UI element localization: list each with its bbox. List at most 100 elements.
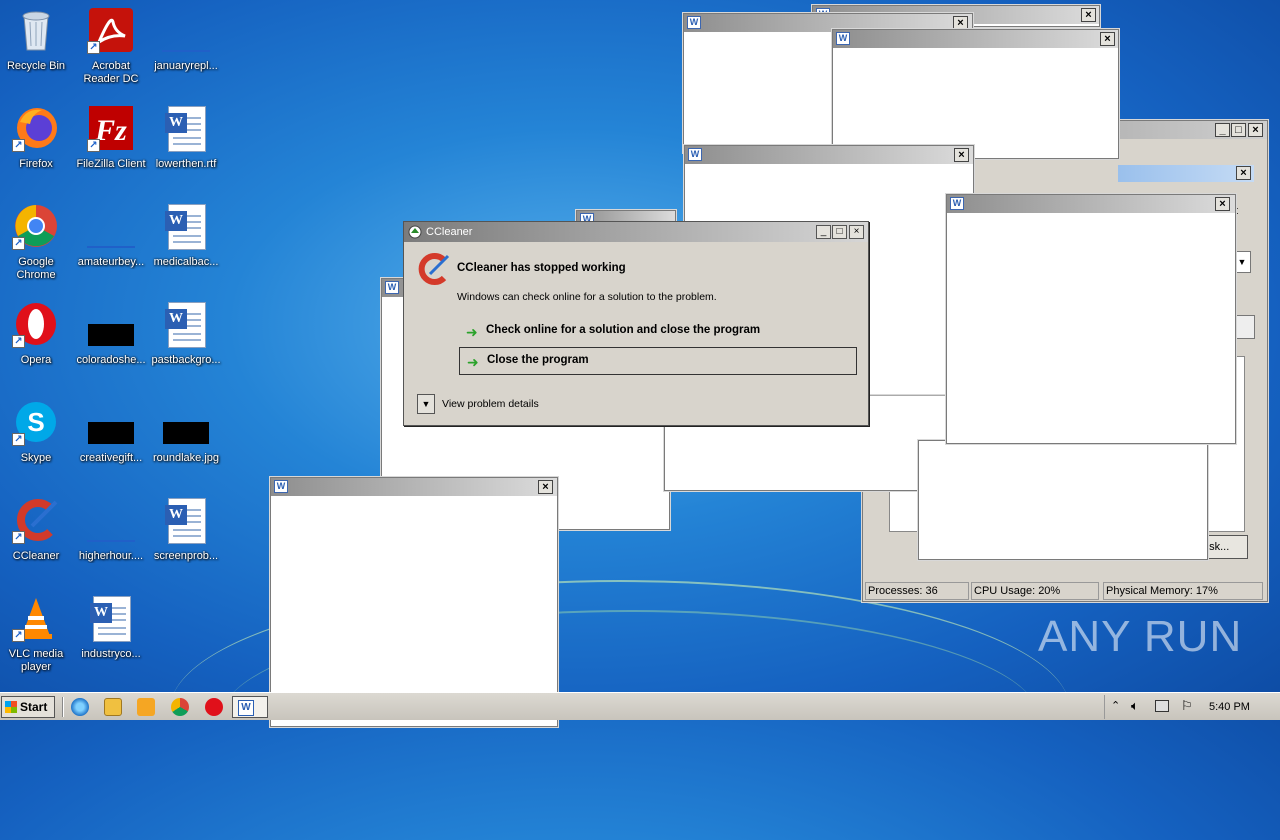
shortcut-arrow-icon: ↗ bbox=[87, 41, 100, 54]
close-button[interactable]: × bbox=[1100, 32, 1115, 46]
close-button[interactable]: × bbox=[1215, 197, 1230, 211]
ie-icon[interactable] bbox=[71, 698, 89, 716]
desktop-icon-label: coloradoshe... bbox=[76, 354, 146, 366]
desktop-icon-lowerthen[interactable]: W lowerthen.rtf bbox=[148, 104, 224, 171]
desktop-icon-recycle-bin[interactable]: Recycle Bin bbox=[0, 6, 74, 73]
desktop-icon-ccleaner[interactable]: ↗ CCleaner bbox=[0, 496, 74, 563]
desktop-icon-firefox[interactable]: ↗ Firefox bbox=[0, 104, 74, 171]
blank-window bbox=[918, 440, 1208, 560]
desktop-icon-label: lowerthen.rtf bbox=[155, 158, 217, 170]
word-doc-icon: W bbox=[87, 594, 135, 642]
clock[interactable]: 5:40 PM bbox=[1209, 701, 1250, 713]
chevron-down-icon: ▼ bbox=[421, 399, 431, 409]
windows-logo-icon bbox=[5, 701, 17, 713]
close-program-button[interactable]: ➜ Close the program bbox=[459, 347, 857, 375]
check-online-button[interactable]: ➜ Check online for a solution and close … bbox=[459, 318, 857, 346]
minimize-button[interactable]: _ bbox=[816, 225, 831, 239]
app-icon bbox=[408, 225, 422, 239]
network-icon[interactable] bbox=[1155, 700, 1169, 712]
word-icon: W bbox=[687, 16, 701, 29]
opera-taskbar-icon[interactable] bbox=[205, 698, 223, 716]
tray-expand-icon[interactable]: ⌃ bbox=[1111, 699, 1120, 712]
desktop-icon-acrobat[interactable]: ↗ Acrobat Reader DC bbox=[73, 6, 149, 86]
word-doc-icon: W bbox=[162, 202, 210, 250]
desktop-icon-medicalbac[interactable]: W medicalbac... bbox=[148, 202, 224, 269]
close-button[interactable]: × bbox=[538, 480, 553, 494]
flag-icon[interactable]: ⚐ bbox=[1181, 698, 1193, 714]
desktop-icon-label: Acrobat Reader DC bbox=[83, 60, 139, 85]
system-tray: ⌃ 🔈︎ ⚐ 5:40 PM bbox=[1104, 695, 1279, 719]
svg-text:S: S bbox=[27, 407, 44, 437]
desktop-icon-label: roundlake.jpg bbox=[152, 452, 220, 464]
close-button[interactable]: × bbox=[1248, 123, 1263, 137]
file-icon bbox=[87, 202, 135, 250]
green-arrow-icon: ➜ bbox=[466, 324, 478, 340]
word-doc-icon: W bbox=[162, 104, 210, 152]
desktop-icon-creativegift[interactable]: creativegift... bbox=[73, 398, 149, 465]
dialog-heading: CCleaner has stopped working bbox=[457, 262, 626, 274]
dialog-titlebar: CCleaner _ □ × bbox=[404, 222, 868, 242]
desktop-icon-label: screenprob... bbox=[153, 550, 219, 562]
ccleaner-error-dialog: CCleaner _ □ × CCleaner has stopped work… bbox=[403, 221, 869, 426]
word-doc-icon: W bbox=[162, 496, 210, 544]
desktop-icon-filezilla[interactable]: Fz ↗ FileZilla Client bbox=[73, 104, 149, 171]
word-icon: W bbox=[274, 480, 288, 493]
view-details-toggle[interactable]: ▼ bbox=[417, 394, 435, 414]
word-icon: W bbox=[836, 32, 850, 45]
desktop-icon-opera[interactable]: ↗ Opera bbox=[0, 300, 74, 367]
recycle-bin-icon bbox=[22, 11, 50, 51]
desktop-icon-chrome[interactable]: ↗ Google Chrome bbox=[0, 202, 74, 282]
minimize-button[interactable]: _ bbox=[1215, 123, 1230, 137]
desktop-icon-amateurbey[interactable]: amateurbey... bbox=[73, 202, 149, 269]
desktop-icon-label: FileZilla Client bbox=[76, 158, 146, 170]
blank-window: W× bbox=[270, 477, 558, 727]
chrome-taskbar-icon[interactable] bbox=[171, 698, 189, 716]
field-box bbox=[1235, 315, 1255, 339]
desktop-icon-vlc[interactable]: ↗ VLC media player bbox=[0, 594, 74, 674]
image-icon bbox=[87, 300, 135, 348]
desktop-icon-higherhour[interactable]: higherhour.... bbox=[73, 496, 149, 563]
volume-icon[interactable]: 🔈︎ bbox=[1131, 698, 1139, 714]
view-details-label[interactable]: View problem details bbox=[442, 398, 539, 410]
desktop-icon-industryco[interactable]: W industryco... bbox=[73, 594, 149, 661]
desktop-icon-label: januaryrepl... bbox=[154, 60, 218, 72]
media-player-icon[interactable] bbox=[137, 698, 155, 716]
quick-launch-separator bbox=[62, 697, 64, 717]
word-doc-icon: W bbox=[162, 300, 210, 348]
desktop-icon-label: Firefox bbox=[19, 158, 53, 170]
desktop-icon-coloradoshe[interactable]: coloradoshe... bbox=[73, 300, 149, 367]
desktop-icon-label: Recycle Bin bbox=[6, 60, 66, 72]
watermark-text: ANY RUN bbox=[1038, 612, 1243, 661]
close-button[interactable]: × bbox=[1081, 8, 1096, 22]
dialog-title: CCleaner bbox=[426, 226, 473, 238]
desktop-icon-label: pastbackgro... bbox=[151, 354, 221, 366]
taskbar-word-button[interactable]: W bbox=[232, 696, 268, 718]
explorer-icon[interactable] bbox=[104, 698, 122, 716]
maximize-button[interactable]: □ bbox=[832, 225, 847, 239]
maximize-button[interactable]: □ bbox=[1231, 123, 1246, 137]
blank-window: W× bbox=[832, 29, 1119, 159]
desktop-icon-label: higherhour.... bbox=[78, 550, 144, 562]
dialog-message: Windows can check online for a solution … bbox=[457, 291, 717, 303]
word-icon: W bbox=[688, 148, 702, 161]
close-button[interactable]: × bbox=[953, 16, 968, 30]
desktop-icon-skype[interactable]: S ↗ Skype bbox=[0, 398, 74, 465]
ccleaner-logo-icon bbox=[418, 253, 450, 285]
close-button[interactable]: × bbox=[954, 148, 969, 162]
start-button[interactable]: Start bbox=[1, 696, 55, 718]
desktop-icon-label: VLC media player bbox=[8, 648, 64, 673]
desktop-icon-label: medicalbac... bbox=[153, 256, 219, 268]
desktop-icon-pastbackgro[interactable]: W pastbackgro... bbox=[148, 300, 224, 367]
close-button[interactable]: × bbox=[849, 225, 864, 239]
desktop-icon-label: Opera bbox=[20, 354, 52, 366]
desktop-icon-screenprob[interactable]: W screenprob... bbox=[148, 496, 224, 563]
green-arrow-icon: ➜ bbox=[467, 354, 479, 370]
desktop-icon-roundlake[interactable]: roundlake.jpg bbox=[148, 398, 224, 465]
status-memory: Physical Memory: 17% bbox=[1103, 582, 1263, 600]
desktop-icon-label: Google Chrome bbox=[16, 256, 56, 281]
desktop-icon-januaryrepl[interactable]: januaryrepl... bbox=[148, 6, 224, 73]
status-processes: Processes: 36 bbox=[865, 582, 969, 600]
close-button[interactable]: × bbox=[1236, 166, 1251, 180]
shortcut-arrow-icon: ↗ bbox=[12, 139, 25, 152]
shortcut-arrow-icon: ↗ bbox=[12, 237, 25, 250]
